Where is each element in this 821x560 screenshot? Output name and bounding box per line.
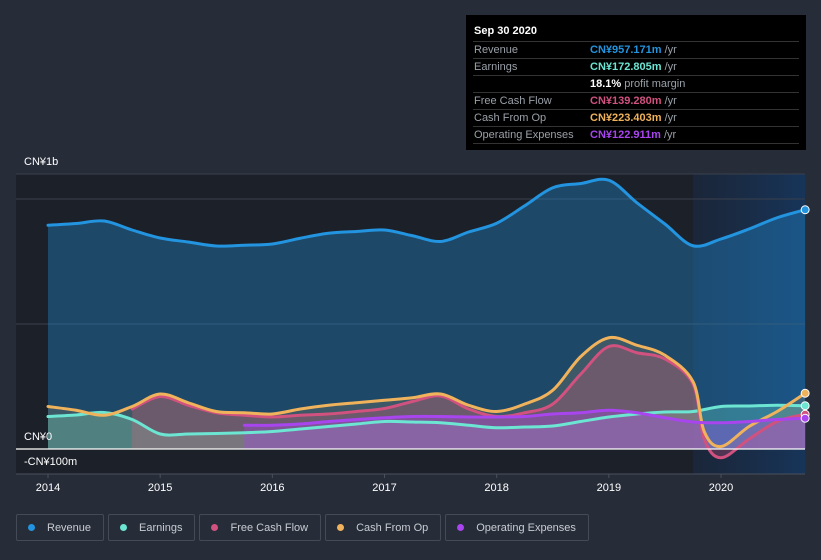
x-tick-label: 2019 — [596, 482, 622, 494]
x-tick-label: 2016 — [260, 482, 285, 494]
legend-label: Free Cash Flow — [230, 521, 309, 534]
tooltip-row-unit: /yr — [664, 61, 677, 73]
tooltip-row-label: Operating Expenses — [474, 129, 574, 141]
legend-label: Revenue — [47, 521, 92, 534]
tooltip-row-unit: /yr — [664, 95, 677, 107]
legend: Revenue Earnings Free Cash Flow Cash From O… — [16, 514, 589, 541]
tooltip-row: Earnings CN¥172.805m/yr — [473, 59, 799, 76]
tooltip-row-unit: /yr — [664, 112, 677, 124]
legend-dot-icon — [211, 524, 219, 531]
legend-dot-icon — [457, 524, 465, 531]
tooltip: Sep 30 2020 Revenue CN¥957.171m/yr Earning… — [466, 15, 806, 150]
legend-item-cash-from-op[interactable]: Cash From Op — [325, 514, 442, 541]
legend-item-earnings[interactable]: Earnings — [108, 514, 196, 541]
x-tick-label: 2014 — [35, 482, 61, 494]
legend-label: Operating Expenses — [476, 521, 576, 534]
endpoint-operating-expenses — [800, 413, 810, 423]
tooltip-row-label — [473, 76, 590, 92]
endpoint-cash-from-op — [800, 388, 810, 398]
tooltip-row-label: Revenue — [474, 44, 519, 56]
y-tick-label: CN¥0 — [24, 431, 53, 443]
tooltip-row: Revenue CN¥957.171m/yr — [473, 42, 799, 59]
tooltip-row: Free Cash Flow CN¥139.280m/yr — [473, 93, 799, 110]
x-tick-label: 2017 — [372, 482, 397, 494]
tooltip-row-value: CN¥223.403m — [590, 112, 662, 124]
legend-item-operating-expenses[interactable]: Operating Expenses — [445, 514, 589, 541]
tooltip-date: Sep 30 2020 — [473, 23, 799, 42]
tooltip-row-value: 18.1% — [590, 78, 622, 90]
tooltip-row-unit: /yr — [663, 129, 677, 141]
x-tick-label: 2018 — [484, 482, 509, 494]
tooltip-row-value: CN¥139.280m — [590, 95, 662, 107]
legend-dot-icon — [337, 524, 345, 531]
legend-item-free-cash-flow[interactable]: Free Cash Flow — [199, 514, 322, 541]
tooltip-row-label: Free Cash Flow — [474, 95, 552, 107]
legend-label: Cash From Op — [356, 521, 429, 534]
tooltip-row-unit: /yr — [664, 44, 677, 56]
endpoint-earnings — [800, 401, 810, 411]
y-tick-label: -CN¥100m — [24, 456, 78, 468]
tooltip-row-unit: profit margin — [624, 78, 686, 90]
x-tick-label: 2015 — [147, 482, 173, 494]
legend-dot-icon — [120, 524, 128, 531]
tooltip-row-value: CN¥957.171m — [590, 44, 662, 56]
tooltip-row: Cash From Op CN¥223.403m/yr — [473, 110, 799, 127]
tooltip-row: 18.1% profit margin — [473, 76, 799, 93]
legend-label: Earnings — [139, 521, 183, 534]
tooltip-row-label: Earnings — [474, 61, 518, 73]
legend-dot-icon — [28, 524, 35, 531]
endpoint-revenue — [800, 205, 810, 215]
tooltip-row-value: CN¥122.911m — [590, 129, 661, 141]
tooltip-row-label: Cash From Op — [474, 112, 547, 124]
y-tick-label: CN¥1b — [24, 156, 59, 168]
legend-item-revenue[interactable]: Revenue — [16, 514, 105, 541]
tooltip-row-value: CN¥172.805m — [590, 61, 662, 73]
tooltip-row: Operating Expenses CN¥122.911m/yr — [473, 127, 799, 144]
x-tick-label: 2020 — [708, 482, 734, 494]
